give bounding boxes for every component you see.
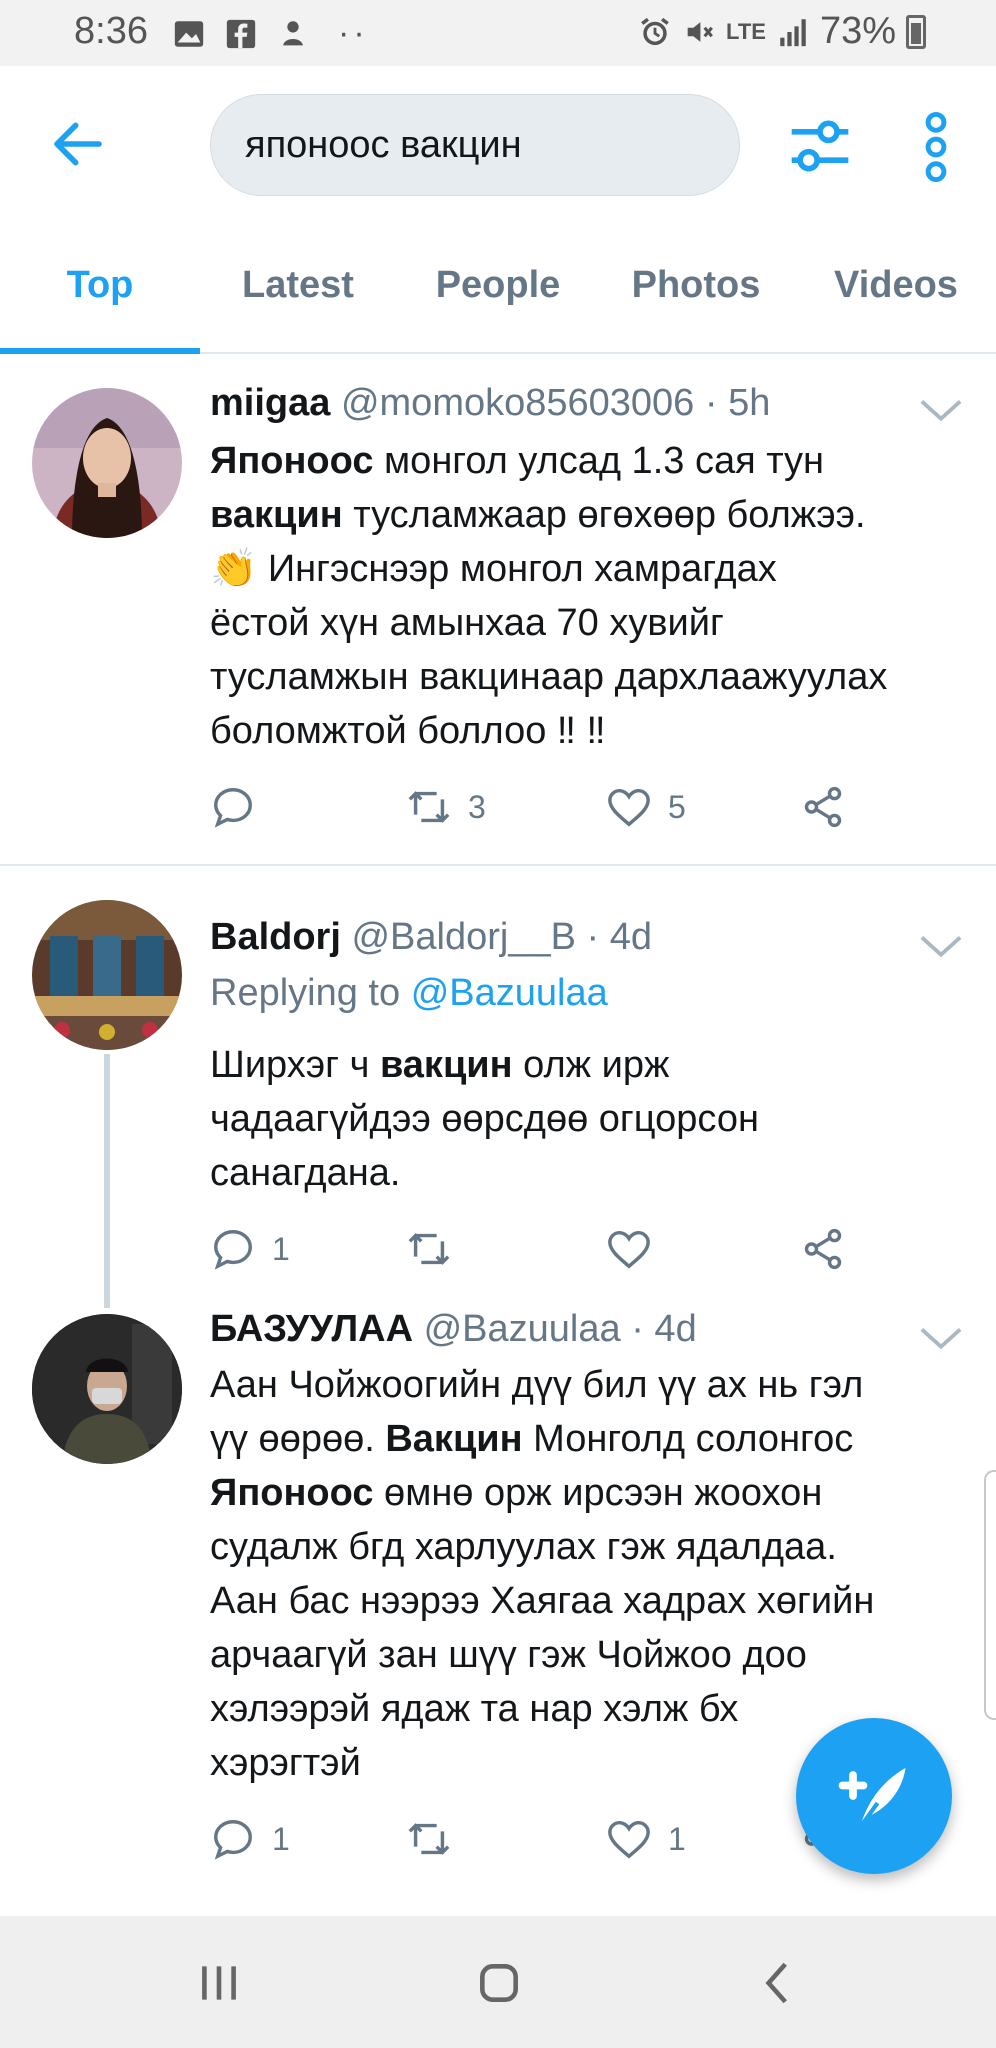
user-handle[interactable]: @Bazuulaa [424, 1308, 621, 1350]
replying-to: Replying to @Bazuulaa [210, 972, 608, 1014]
tab-top[interactable]: Top [0, 264, 200, 307]
recent-apps-icon[interactable] [194, 1958, 244, 2008]
status-bar: 8:36 ·· LTE 73% [0, 0, 996, 66]
retweet-icon [408, 1823, 450, 1855]
gallery-icon [174, 20, 204, 47]
status-time: 8:36 [74, 10, 148, 52]
app-notification-icon [283, 20, 303, 45]
like-button[interactable] [606, 1226, 668, 1272]
retweet-button[interactable] [406, 1816, 468, 1862]
display-name[interactable]: БАЗУУЛАА [210, 1308, 413, 1350]
scrollbar[interactable] [984, 1470, 996, 1720]
compose-quill-icon [838, 1768, 906, 1829]
tweet-meta: БАЗУУЛАА @Bazuulaa · 4d [210, 1308, 697, 1351]
retweet-icon [408, 1233, 450, 1265]
tweet-text: Ширхэг ч вакцин олж ирж чадаагүйдээ өөрс… [210, 1044, 759, 1194]
tab-people[interactable]: People [398, 264, 598, 307]
tweet-meta: Baldorj @Baldorj__B · 4d [210, 916, 652, 959]
reply-button[interactable]: 1 [210, 1816, 290, 1862]
like-button[interactable]: 5 [606, 784, 686, 830]
tweet-time: · 4d [631, 1308, 697, 1350]
home-icon[interactable] [474, 1958, 524, 2008]
tweet-time: · 4d [586, 916, 652, 958]
search-input[interactable]: японоос вакцин [210, 94, 740, 196]
tweet-text: Японоос монгол улсад 1.3 сая тун вакцин … [210, 440, 888, 752]
tab-latest[interactable]: Latest [198, 264, 398, 307]
reply-icon [214, 1820, 252, 1860]
system-status: LTE 73% [638, 10, 926, 53]
display-name[interactable]: miigaa [210, 382, 330, 424]
share-icon [804, 786, 842, 828]
tweet[interactable]: Baldorj @Baldorj__B · 4d Replying to @Ba… [0, 866, 996, 1306]
network-type: LTE [726, 18, 766, 44]
avatar[interactable] [32, 1314, 182, 1464]
tweet[interactable]: miigaa @momoko85603006 · 5h Японоос монг… [0, 354, 996, 864]
tweet-actions: 1 [210, 1226, 910, 1286]
alarm-icon [641, 17, 669, 45]
more-notifications-icon: ·· [338, 14, 369, 52]
reply-button[interactable]: 1 [210, 1226, 290, 1272]
search-header: японоос вакцин [0, 66, 996, 226]
share-button[interactable] [800, 1226, 846, 1272]
retweet-button[interactable] [406, 1226, 468, 1272]
user-handle[interactable]: @momoko85603006 [341, 382, 694, 424]
system-nav-bar [0, 1916, 996, 2048]
filter-icon[interactable] [786, 112, 854, 180]
tab-photos[interactable]: Photos [596, 264, 796, 307]
mute-icon [687, 21, 713, 42]
more-options-icon[interactable] [918, 110, 954, 184]
like-button[interactable]: 1 [606, 1816, 686, 1862]
display-name[interactable]: Baldorj [210, 916, 341, 958]
avatar[interactable] [32, 388, 182, 538]
chevron-down-icon[interactable] [918, 396, 964, 426]
battery-icon [906, 14, 926, 49]
chevron-down-icon[interactable] [918, 932, 964, 962]
retweet-icon [408, 791, 450, 823]
notification-icons: ·· [172, 14, 369, 53]
tweet-actions: 3 5 [210, 784, 910, 844]
user-handle[interactable]: @Baldorj__B [351, 916, 575, 958]
share-button[interactable] [800, 784, 846, 830]
heart-icon [608, 1820, 650, 1859]
share-icon [804, 1228, 842, 1270]
retweet-button[interactable]: 3 [406, 784, 486, 830]
compose-tweet-button[interactable] [796, 1718, 952, 1874]
replying-to-handle[interactable]: @Bazuulaa [411, 972, 608, 1014]
chevron-down-icon[interactable] [918, 1324, 964, 1354]
tweet-meta: miigaa @momoko85603006 · 5h [210, 382, 770, 425]
tweet-time: · 5h [704, 382, 771, 424]
avatar[interactable] [32, 900, 182, 1050]
back-arrow-icon[interactable] [50, 116, 106, 172]
search-tabs: Top Latest People Photos Videos [0, 226, 996, 354]
heart-icon [608, 1230, 650, 1269]
back-icon[interactable] [754, 1958, 804, 2008]
reply-icon [214, 788, 252, 828]
heart-icon [608, 788, 650, 827]
reply-icon [214, 1230, 252, 1270]
tab-videos[interactable]: Videos [796, 264, 996, 307]
reply-button[interactable] [210, 784, 272, 830]
battery-percent: 73% [819, 10, 896, 52]
signal-icon [780, 18, 806, 46]
facebook-icon [226, 19, 256, 48]
